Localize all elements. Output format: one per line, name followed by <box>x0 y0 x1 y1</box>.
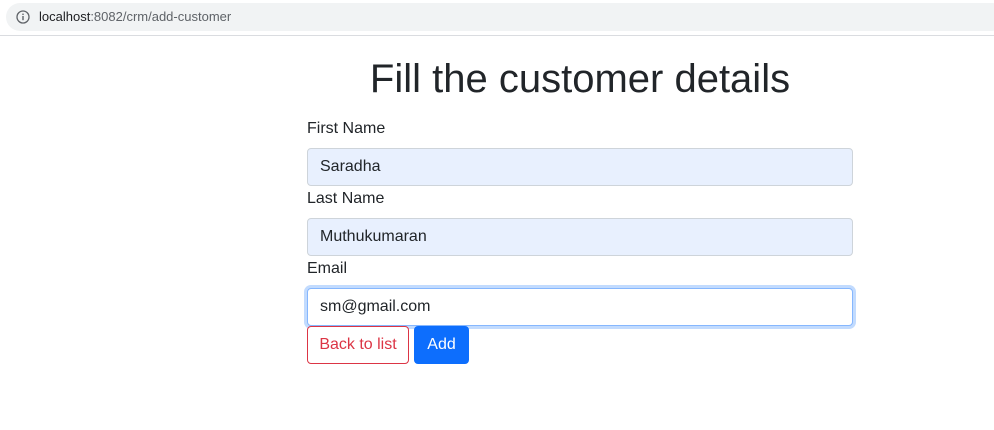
email-input[interactable] <box>307 288 853 326</box>
first-name-input[interactable] <box>307 148 853 186</box>
url-text[interactable]: localhost:8082/crm/add-customer <box>39 9 231 25</box>
last-name-label: Last Name <box>307 190 385 207</box>
info-icon[interactable] <box>16 10 30 24</box>
browser-address-bar: localhost:8082/crm/add-customer <box>0 0 994 36</box>
first-name-label: First Name <box>307 120 386 137</box>
last-name-input[interactable] <box>307 218 853 256</box>
back-to-list-button[interactable]: Back to list <box>307 326 409 364</box>
page-title: Fill the customer details <box>369 57 791 101</box>
url-path: :8082/crm/add-customer <box>90 9 232 24</box>
url-host: localhost <box>39 9 91 24</box>
add-button[interactable]: Add <box>414 326 469 364</box>
email-label: Email <box>307 260 348 277</box>
